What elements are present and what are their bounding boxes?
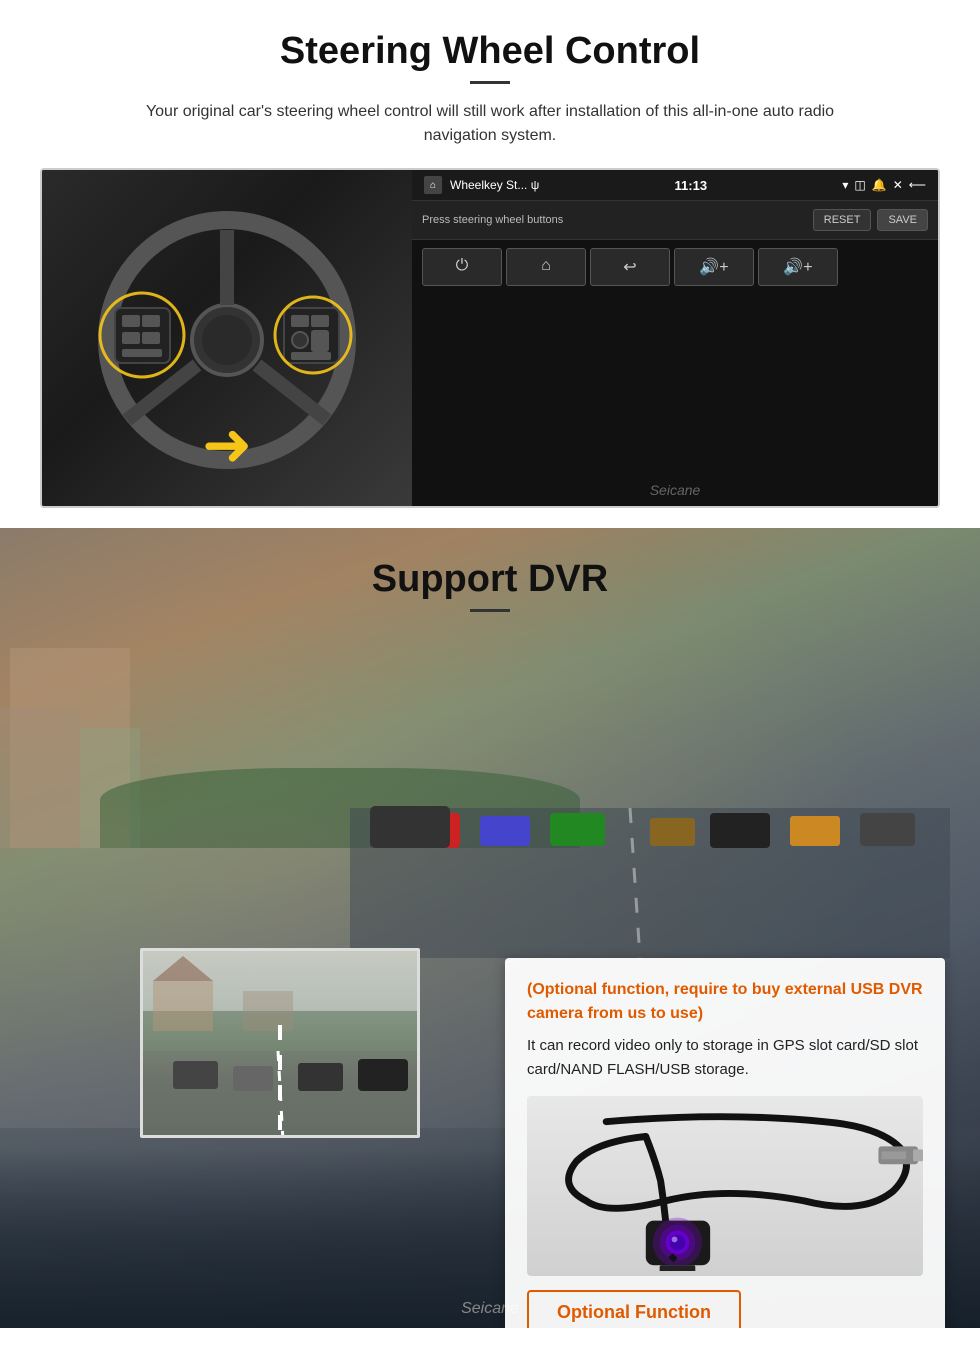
wheelkey-prompt: Press steering wheel buttons xyxy=(422,214,563,226)
dvr-title-divider xyxy=(470,609,510,612)
back-icon: ⟵ xyxy=(909,178,926,192)
dvr-title: Support DVR xyxy=(0,528,980,601)
vol-up-button-2[interactable]: 🔊+ xyxy=(758,248,838,286)
seicane-watermark-1: Seicane xyxy=(412,474,938,506)
dvr-description: It can record video only to storage in G… xyxy=(527,1034,923,1082)
home-icon[interactable]: ⌂ xyxy=(424,176,442,194)
reset-button[interactable]: RESET xyxy=(813,209,872,231)
screenshot-icon: ◫ xyxy=(854,178,865,192)
steering-wheel-photo: ➜ xyxy=(42,170,412,508)
optional-function-button[interactable]: Optional Function xyxy=(527,1290,741,1328)
title-divider xyxy=(470,81,510,84)
time-display: 11:13 xyxy=(675,178,708,193)
save-button[interactable]: SAVE xyxy=(877,209,928,231)
dvr-camera-svg xyxy=(527,1101,923,1271)
app-name-label: Wheelkey St... ψ xyxy=(450,178,539,192)
wheelkey-buttons-grid: ⏻ ⌂ ↩ 🔊+ 🔊+ xyxy=(412,240,938,294)
vol-up-button-1[interactable]: 🔊+ xyxy=(674,248,754,286)
wifi-icon: ▾ xyxy=(842,178,848,192)
wheelkey-controls-bar: Press steering wheel buttons RESET SAVE xyxy=(412,201,938,240)
steering-demo-image: ➜ ⌂ Wheelkey St... ψ 11:13 ▾ ◫ 🔔 ✕ ⟵ xyxy=(40,168,940,508)
building-2 xyxy=(0,708,80,848)
android-screen: ⌂ Wheelkey St... ψ 11:13 ▾ ◫ 🔔 ✕ ⟵ Press… xyxy=(412,170,938,506)
home-func-button[interactable]: ⌂ xyxy=(506,248,586,286)
dvr-section: Support DVR xyxy=(0,528,980,1328)
close-icon: ✕ xyxy=(893,178,903,192)
steering-description: Your original car's steering wheel contr… xyxy=(110,100,870,148)
power-button[interactable]: ⏻ xyxy=(422,248,502,286)
inset-cars-svg xyxy=(143,951,420,1138)
optional-title: (Optional function, require to buy exter… xyxy=(527,978,923,1026)
status-bar: ⌂ Wheelkey St... ψ 11:13 ▾ ◫ 🔔 ✕ ⟵ xyxy=(412,170,938,201)
back-func-button[interactable]: ↩ xyxy=(590,248,670,286)
street-cars-svg xyxy=(350,658,950,958)
street-scene xyxy=(0,608,980,958)
dvr-info-card: (Optional function, require to buy exter… xyxy=(505,958,945,1328)
inset-road-view xyxy=(143,951,417,1135)
steering-title: Steering Wheel Control xyxy=(40,30,940,73)
yellow-arrow-icon: ➜ xyxy=(202,410,252,480)
steering-section: Steering Wheel Control Your original car… xyxy=(0,0,980,528)
volume-icon: 🔔 xyxy=(872,178,887,192)
dvr-camera-image xyxy=(527,1096,923,1276)
dvr-inset-video xyxy=(140,948,420,1138)
